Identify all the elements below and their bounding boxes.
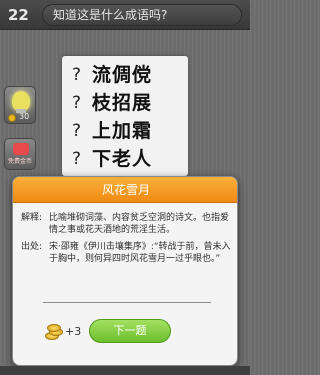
- puzzle-words: 上加霜: [92, 120, 153, 142]
- hint-cost: 30: [19, 112, 30, 121]
- source-label: 出处:: [21, 242, 43, 252]
- explanation-text: 比喻堆砌词藻、内容贫乏空洞的诗文。也指爱情之事或花天酒地的荒淫生活。: [49, 213, 230, 235]
- next-question-button[interactable]: 下一题: [89, 319, 171, 343]
- lightbulb-icon: [12, 91, 30, 111]
- puzzle-row: ? 下老人: [72, 146, 184, 172]
- free-coins-label: 免费金币: [7, 158, 32, 165]
- puzzle-row: ? 上加霜: [72, 118, 184, 144]
- puzzle-words: 下老人: [92, 148, 153, 170]
- coin-icon: [47, 324, 61, 332]
- divider: [43, 302, 211, 303]
- puzzle-words: 枝招展: [92, 92, 153, 114]
- coin-icon: [8, 114, 16, 122]
- level-number: 22: [8, 6, 29, 24]
- missing-char-mark: ?: [72, 93, 82, 113]
- top-bar: 22 知道这是什么成语吗?: [0, 0, 250, 30]
- puzzle-row: ? 枝招展: [72, 90, 184, 116]
- source-text: 宋·邵雍《伊川击壤集序》:“转战于前，曾未入于胸中，则何异四时风花雪月一过乎眼也…: [49, 242, 231, 264]
- dialog-title: 风花雪月: [13, 177, 237, 203]
- coins-icon: [43, 324, 65, 340]
- explanation-block: 解释: 比喻堆砌词藻、内容贫乏空洞的诗文。也指爱情之事或花天酒地的荒淫生活。: [21, 212, 231, 238]
- explanation-label: 解释:: [21, 213, 43, 223]
- question-title: 知道这是什么成语吗?: [42, 4, 242, 26]
- source-block: 出处: 宋·邵雍《伊川击壤集序》:“转战于前，曾未入于胸中，则何异四时风花雪月一…: [21, 241, 231, 281]
- puzzle-card: ? 流倜傥 ? 枝招展 ? 上加霜 ? 下老人: [62, 56, 188, 176]
- missing-char-mark: ?: [72, 65, 82, 85]
- bottom-strip: [0, 366, 250, 375]
- free-coins-button[interactable]: 免费金币: [4, 138, 36, 170]
- gift-icon: [13, 143, 29, 155]
- missing-char-mark: ?: [72, 149, 82, 169]
- reward-amount: +3: [65, 325, 82, 338]
- puzzle-row: ? 流倜傥: [72, 62, 184, 88]
- puzzle-words: 流倜傥: [92, 64, 153, 86]
- missing-char-mark: ?: [72, 121, 82, 141]
- hint-button[interactable]: 30: [4, 86, 36, 124]
- answer-dialog: 风花雪月 解释: 比喻堆砌词藻、内容贫乏空洞的诗文。也指爱情之事或花天酒地的荒淫…: [12, 176, 238, 366]
